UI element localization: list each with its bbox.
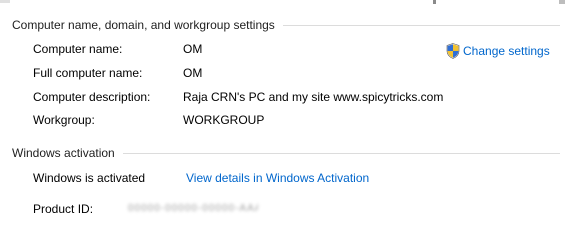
computer-settings-title: Computer name, domain, and workgroup set… — [12, 18, 275, 32]
workgroup-value: WORKGROUP — [183, 113, 265, 127]
full-computer-name-value: OM — [183, 66, 203, 80]
computer-description-label: Computer description: — [33, 90, 151, 104]
windows-activation-header: Windows activation — [12, 146, 560, 160]
top-edge-fragment-mark — [433, 0, 436, 4]
top-edge-fragment-right — [559, 0, 565, 4]
computer-settings-header: Computer name, domain, and workgroup set… — [12, 18, 560, 32]
change-settings-button[interactable]: Change settings — [446, 42, 550, 60]
full-computer-name-label: Full computer name: — [33, 66, 143, 80]
section-divider — [282, 24, 560, 26]
product-id-value: 00000-00000-00000-AAAAA — [128, 204, 258, 214]
windows-activation-title: Windows activation — [12, 146, 115, 160]
workgroup-label: Workgroup: — [33, 113, 95, 127]
change-settings-link[interactable]: Change settings — [463, 44, 550, 58]
computer-name-value: OM — [183, 42, 203, 56]
top-edge-fragment — [0, 0, 10, 3]
view-activation-details-link[interactable]: View details in Windows Activation — [186, 169, 369, 187]
section-divider — [122, 152, 560, 154]
activation-status-text: Windows is activated — [33, 171, 146, 185]
computer-description-value: Raja CRN's PC and my site www.spicytrick… — [183, 90, 444, 104]
computer-name-label: Computer name: — [33, 42, 123, 56]
product-id-label: Product ID: — [33, 202, 94, 216]
uac-shield-icon — [446, 43, 460, 59]
